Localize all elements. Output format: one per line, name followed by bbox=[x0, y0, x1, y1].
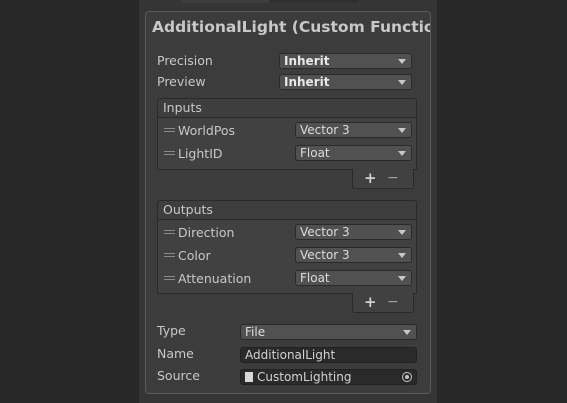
chevron-down-icon bbox=[403, 330, 411, 335]
input-type-dropdown[interactable]: Float bbox=[295, 145, 412, 161]
output-type-dropdown[interactable]: Vector 3 bbox=[295, 247, 412, 263]
output-type-value: Vector 3 bbox=[300, 248, 350, 262]
add-output-button[interactable]: + bbox=[364, 293, 377, 312]
chevron-down-icon bbox=[398, 230, 406, 235]
file-icon bbox=[245, 372, 253, 382]
name-field[interactable]: AdditionalLight bbox=[240, 347, 417, 363]
right-background bbox=[437, 0, 567, 403]
chevron-down-icon bbox=[398, 151, 406, 156]
type-value: File bbox=[245, 325, 266, 339]
chevron-down-icon bbox=[398, 128, 406, 133]
output-type-value: Vector 3 bbox=[300, 225, 350, 239]
add-input-button[interactable]: + bbox=[364, 169, 377, 188]
inputs-header: Inputs bbox=[157, 98, 417, 117]
node-settings-panel: AdditionalLight (Custom Function) Node P… bbox=[145, 11, 431, 394]
chevron-down-icon bbox=[398, 253, 406, 258]
chevron-down-icon bbox=[398, 59, 406, 64]
outputs-add-remove: + − bbox=[352, 293, 414, 313]
inspector-tab-secondary[interactable] bbox=[270, 0, 358, 3]
inputs-list: WorldPos Vector 3 LightID Float bbox=[157, 117, 417, 170]
precision-dropdown[interactable]: Inherit bbox=[279, 53, 412, 69]
source-value: CustomLighting bbox=[257, 370, 352, 384]
input-type-dropdown[interactable]: Vector 3 bbox=[295, 122, 412, 138]
node-title: AdditionalLight (Custom Function) Node bbox=[152, 18, 430, 36]
output-name[interactable]: Direction bbox=[178, 225, 234, 240]
input-type-value: Float bbox=[300, 146, 330, 160]
remove-input-button[interactable]: − bbox=[387, 169, 399, 188]
input-name[interactable]: WorldPos bbox=[178, 123, 235, 138]
name-label: Name bbox=[157, 346, 194, 361]
outputs-header: Outputs bbox=[157, 200, 417, 219]
outputs-header-label: Outputs bbox=[163, 202, 213, 217]
output-name[interactable]: Attenuation bbox=[178, 271, 251, 286]
inputs-header-label: Inputs bbox=[163, 100, 202, 115]
input-name[interactable]: LightID bbox=[178, 146, 223, 161]
output-name[interactable]: Color bbox=[178, 248, 211, 263]
remove-output-button[interactable]: − bbox=[387, 293, 399, 312]
source-label: Source bbox=[157, 368, 200, 383]
output-type-value: Float bbox=[300, 271, 330, 285]
name-value: AdditionalLight bbox=[245, 348, 336, 362]
preview-label: Preview bbox=[157, 74, 206, 89]
chevron-down-icon bbox=[398, 80, 406, 85]
preview-value: Inherit bbox=[284, 75, 330, 89]
inspector-tab[interactable] bbox=[181, 0, 269, 3]
chevron-down-icon bbox=[398, 276, 406, 281]
inputs-add-remove: + − bbox=[352, 169, 414, 189]
type-dropdown[interactable]: File bbox=[240, 324, 417, 340]
left-background bbox=[0, 0, 139, 403]
preview-dropdown[interactable]: Inherit bbox=[279, 74, 412, 90]
source-object-field[interactable]: CustomLighting bbox=[240, 369, 417, 385]
output-type-dropdown[interactable]: Float bbox=[295, 270, 412, 286]
precision-value: Inherit bbox=[284, 54, 330, 68]
object-picker-icon[interactable] bbox=[402, 372, 412, 382]
input-type-value: Vector 3 bbox=[300, 123, 350, 137]
output-type-dropdown[interactable]: Vector 3 bbox=[295, 224, 412, 240]
outputs-list: Direction Vector 3 Color Vector 3 Attenu… bbox=[157, 219, 417, 294]
type-label: Type bbox=[157, 323, 186, 338]
precision-label: Precision bbox=[157, 53, 213, 68]
